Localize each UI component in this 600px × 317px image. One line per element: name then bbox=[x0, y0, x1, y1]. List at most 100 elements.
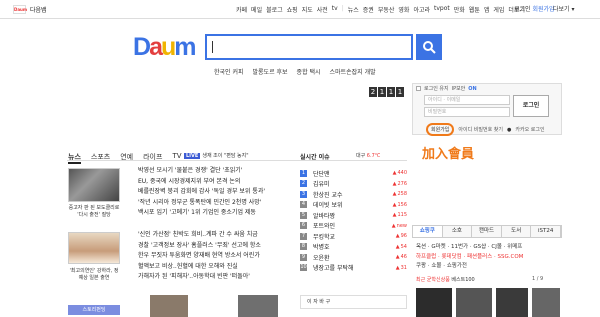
shopping-link-row[interactable]: 하프클럽 · 롯데닷컴 · 패션플러스 · SSG.COM bbox=[416, 253, 561, 263]
shopping-link-row[interactable]: 쿠팡 · 쇼몰 · 쇼핑가전 bbox=[416, 262, 561, 272]
news-thumbnail[interactable] bbox=[68, 168, 120, 202]
headline-item[interactable]: 박영선 모시기 '물붙은 경쟁' 결단 '초읽기' bbox=[138, 166, 298, 177]
tab-canmade[interactable]: 캔마드 bbox=[472, 226, 502, 237]
rank-change: 276 bbox=[397, 180, 407, 187]
rank-change: 54 bbox=[400, 243, 407, 250]
issue-keyword: 포트와인 bbox=[313, 223, 336, 231]
headline-item[interactable]: 백시포 입기 '고메기' 1위 기업인 중소기업 제동 bbox=[138, 208, 298, 219]
kakao-login-link[interactable]: 카카오 로그인 bbox=[515, 126, 544, 133]
top-nav-item[interactable]: 카페 bbox=[236, 5, 247, 14]
top-nav-item[interactable]: 영화 bbox=[398, 5, 409, 14]
thumbnail-caption[interactable]: '최고의연인' 강하라, 정예상 일본 출연 bbox=[68, 268, 120, 282]
top-nav-item[interactable]: 뉴스 bbox=[348, 5, 359, 14]
thumbnail-caption[interactable]: 중고자 판 된 보도클리로 '다시 출전' 질당 bbox=[68, 205, 120, 219]
password-field[interactable]: 비밀번호 bbox=[424, 107, 510, 117]
rank-change: 440 bbox=[397, 170, 407, 177]
tab-shopping[interactable]: 쇼핑쿠 bbox=[413, 226, 443, 237]
product-image[interactable] bbox=[456, 288, 492, 317]
live-bar[interactable]: LIVE 생재 조이 "편담 농지" bbox=[184, 152, 249, 159]
ip-security-label[interactable]: IP보안 bbox=[452, 85, 466, 92]
realtime-issue-item[interactable]: 2 김유미 ▲ 276 bbox=[300, 179, 407, 190]
headline-item[interactable]: '작년 시리아 정부군 통폭탄에 민간인 2천명 사망' bbox=[138, 198, 298, 209]
shopping-pagination[interactable]: 1 / 9 bbox=[532, 276, 543, 282]
product-image[interactable] bbox=[416, 288, 452, 317]
realtime-issue-item[interactable]: 4 데이빗 보위 ▲ 156 bbox=[300, 200, 407, 211]
headline-item[interactable]: EU, 중국에 시장경제지위 부여 본격 논의 bbox=[138, 177, 298, 188]
top-nav-item[interactable]: 부동산 bbox=[378, 5, 395, 14]
trending-keywords: 한국인 커피 발롱도르 후보 종합 택시 스마트손잡지 개발 bbox=[214, 67, 376, 76]
daum-logo-small[interactable]: Daum bbox=[13, 5, 27, 14]
realtime-issue-item[interactable]: 3 한상진 교수 ▲ 258 bbox=[300, 189, 407, 200]
id-field[interactable]: 아이디 · 이메일 bbox=[424, 95, 510, 105]
login-button[interactable]: 로그인 bbox=[513, 95, 549, 117]
rank-number: 5 bbox=[300, 211, 307, 219]
up-arrow-icon: ▲ bbox=[392, 201, 397, 208]
trend-keyword[interactable]: 한국인 커피 bbox=[214, 67, 244, 76]
rank-number: 4 bbox=[300, 201, 307, 209]
product-image[interactable] bbox=[496, 288, 528, 317]
search-input[interactable] bbox=[205, 34, 413, 60]
headline-item[interactable]: 베를린장벽 붕괴 감회에 감사 '독일 경부 보위 통과' bbox=[138, 187, 298, 198]
top-nav-item[interactable]: 쇼핑 bbox=[287, 5, 298, 14]
tab-soho[interactable]: 소호 bbox=[442, 226, 473, 237]
story-funding-tag[interactable]: 스토리펀딩 bbox=[68, 305, 120, 315]
realtime-issue-item[interactable]: 7 무킹학교 ▲ 96 bbox=[300, 231, 407, 242]
find-account-link[interactable]: 아이디 비밀번호 찾기 bbox=[458, 126, 503, 133]
signup-link[interactable]: 회원가입 bbox=[426, 123, 455, 136]
top-nav-item[interactable]: tvpot bbox=[434, 5, 450, 14]
headline-item[interactable]: 혈액보고 비상..헌혈에 대한 오해와 진실 bbox=[138, 262, 298, 273]
new-products-label[interactable]: 최근 균학신상품 베스트100 bbox=[416, 276, 475, 283]
ip-security-state[interactable]: ON bbox=[468, 86, 476, 92]
top-nav-item[interactable]: 만화 bbox=[454, 5, 465, 14]
shopping-link-row[interactable]: 옥션 · G마켓 · 11번가 · GS샵 · CJ몰 · 위메프 bbox=[416, 243, 561, 253]
top-nav-item[interactable]: 게임 bbox=[493, 5, 504, 14]
more-services-button[interactable]: 다보기 ▾ bbox=[553, 4, 574, 13]
headline-item[interactable]: 한우 무짓자 투움화면 양재배 현역 방소서 어린가 bbox=[138, 251, 298, 262]
tab-ist24[interactable]: iST24 bbox=[531, 226, 561, 237]
headline-item[interactable]: 가해자가 된 '피해자'..아동학대 빈판 '떠돌아' bbox=[138, 272, 298, 283]
trend-keyword[interactable]: 종합 택시 bbox=[297, 67, 321, 76]
trend-keyword[interactable]: 스마트손잡지 개발 bbox=[330, 67, 376, 76]
top-nav-item[interactable]: 앱 bbox=[484, 5, 490, 14]
trend-keyword[interactable]: 발롱도르 후보 bbox=[253, 67, 288, 76]
top-signup-link[interactable]: 회원가입 bbox=[532, 6, 554, 13]
realtime-issue-item[interactable]: 10 냉장고를 부탁해 ▲ 31 bbox=[300, 263, 407, 274]
realtime-issue-item[interactable]: 6 포트와인 ▲ new bbox=[300, 221, 407, 232]
rank-number: 10 bbox=[300, 264, 307, 272]
realtime-footer-box[interactable]: 이 자 바 구 bbox=[300, 295, 407, 309]
search-button[interactable] bbox=[416, 34, 442, 60]
realtime-issue-item[interactable]: 9 오윤환 ▲ 46 bbox=[300, 252, 407, 263]
daum-logo[interactable]: Daum bbox=[133, 33, 197, 62]
top-login-links: 로그인 회원가입 bbox=[514, 4, 555, 13]
headline-item[interactable]: 경찰 '고객정보 장사' 홈플러스 '무죄' 선고에 항소 bbox=[138, 241, 298, 252]
realtime-issue-item[interactable]: 1 단단맨 ▲ 440 bbox=[300, 168, 407, 179]
top-nav-item[interactable]: 아고라 bbox=[413, 5, 430, 14]
top-login-link[interactable]: 로그인 bbox=[514, 6, 531, 13]
tab-books[interactable]: 도서 bbox=[501, 226, 532, 237]
news-thumbnail[interactable] bbox=[68, 232, 120, 264]
live-badge: LIVE bbox=[184, 152, 201, 159]
top-nav-item[interactable]: 웹툰 bbox=[469, 5, 480, 14]
headline-item[interactable]: '신인 가산점' 친박도 희비..계파 간 수 싸움 치금 bbox=[138, 230, 298, 241]
top-nav-item[interactable]: 지도 bbox=[302, 5, 313, 14]
top-nav-item[interactable]: tv bbox=[332, 5, 338, 14]
realtime-issue-item[interactable]: 5 알바타짱 ▲ 115 bbox=[300, 210, 407, 221]
news-photo[interactable] bbox=[238, 295, 278, 317]
weather-widget[interactable]: 대구 6.7℃ bbox=[356, 152, 380, 159]
top-nav-item[interactable]: 사전 bbox=[317, 5, 328, 14]
top-nav-item[interactable]: 블로그 bbox=[266, 5, 283, 14]
top-nav-item[interactable]: 증권 bbox=[363, 5, 374, 14]
logo-letter-d: D bbox=[133, 33, 151, 61]
keep-login-checkbox[interactable] bbox=[416, 86, 421, 91]
issue-keyword: 한상진 교수 bbox=[313, 191, 343, 199]
product-image[interactable] bbox=[532, 288, 560, 317]
issue-keyword: 김유미 bbox=[313, 181, 330, 189]
news-photo[interactable] bbox=[150, 295, 188, 317]
site-name[interactable]: 다음뱁 bbox=[30, 5, 47, 14]
weather-city: 대구 bbox=[356, 153, 366, 159]
new-products-title: 최근 균학신상품 bbox=[416, 277, 450, 283]
top-nav-item[interactable]: 메일 bbox=[251, 5, 262, 14]
issue-keyword: 단단맨 bbox=[313, 170, 330, 178]
realtime-issue-item[interactable]: 8 박병호 ▲ 54 bbox=[300, 242, 407, 253]
clock-digit: 2 bbox=[369, 87, 377, 97]
